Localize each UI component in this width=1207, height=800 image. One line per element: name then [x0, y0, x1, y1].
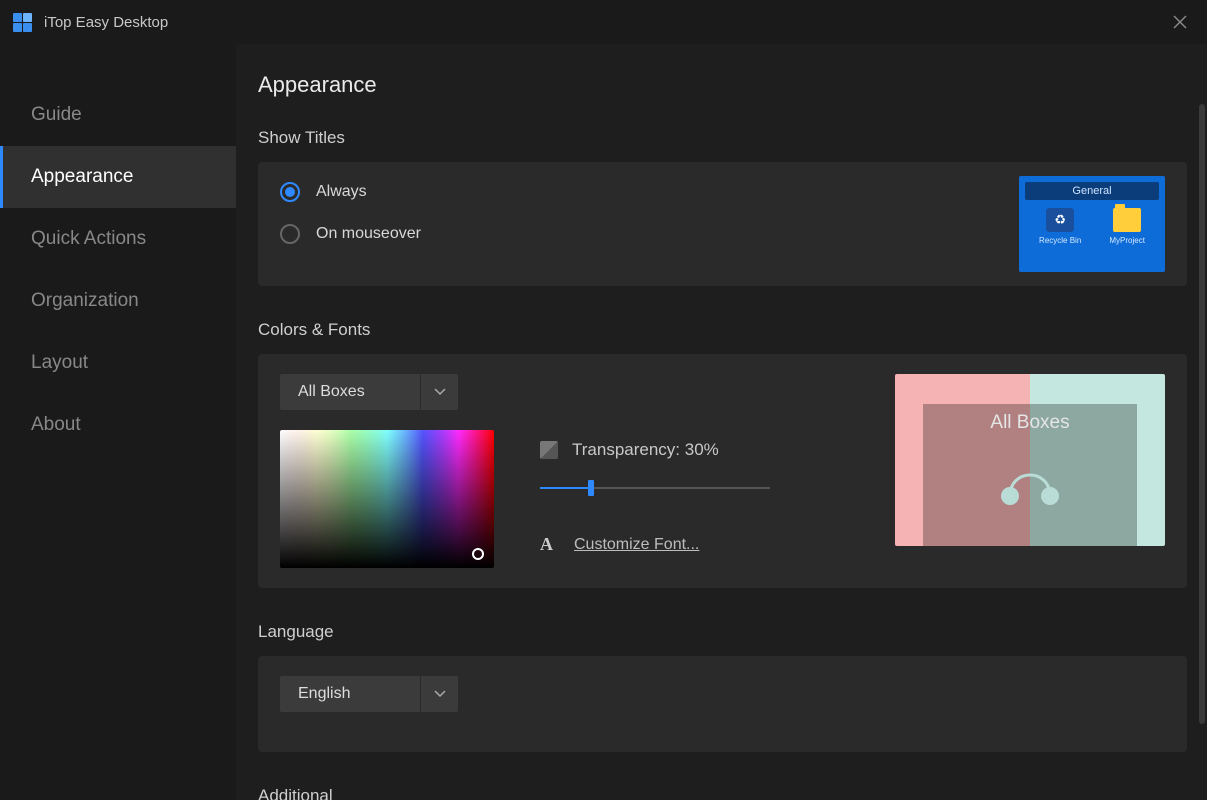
sidebar: Guide Appearance Quick Actions Organizat… [0, 44, 236, 800]
sidebar-item-appearance[interactable]: Appearance [0, 146, 236, 208]
language-panel: English [258, 656, 1187, 752]
close-button[interactable] [1165, 7, 1195, 37]
sidebar-item-layout[interactable]: Layout [0, 332, 236, 394]
box-selector-value: All Boxes [280, 374, 420, 410]
sidebar-item-organization[interactable]: Organization [0, 270, 236, 332]
transparency-slider[interactable] [540, 478, 770, 498]
colors-fonts-preview: All Boxes [895, 374, 1165, 546]
transparency-label: Transparency: [572, 440, 680, 460]
customize-font-link[interactable]: Customize Font... [574, 536, 699, 554]
slider-thumb[interactable] [588, 480, 594, 496]
radio-label: Always [316, 183, 367, 201]
preview-overlay-title: All Boxes [895, 412, 1165, 434]
color-picker-handle[interactable] [472, 548, 484, 560]
folder-icon [1113, 208, 1141, 232]
radio-icon [280, 182, 300, 202]
preview-box-title: General [1025, 182, 1159, 200]
transparency-value: 30% [685, 440, 719, 460]
app-logo-icon [12, 12, 32, 32]
title-bar: iTop Easy Desktop [0, 0, 1207, 44]
show-titles-panel: Always On mouseover General Recycle Bin [258, 162, 1187, 286]
radio-label: On mouseover [316, 225, 421, 243]
app-title: iTop Easy Desktop [44, 14, 168, 31]
section-title-language: Language [258, 622, 1187, 642]
colors-fonts-panel: All Boxes Transparency: 30% [258, 354, 1187, 588]
main-content: Appearance Show Titles Always On mouseov… [236, 44, 1207, 800]
sidebar-item-quick-actions[interactable]: Quick Actions [0, 208, 236, 270]
chevron-down-icon [420, 676, 458, 712]
font-icon: A [540, 534, 560, 555]
transparency-icon [540, 441, 558, 459]
box-selector[interactable]: All Boxes [280, 374, 458, 410]
sidebar-item-about[interactable]: About [0, 394, 236, 456]
preview-icon-folder: MyProject [1109, 208, 1145, 245]
show-titles-preview: General Recycle Bin MyProject [1019, 176, 1165, 272]
scrollbar[interactable] [1199, 104, 1205, 724]
section-title-additional: Additional [258, 786, 1187, 800]
preview-icon-recycle-bin: Recycle Bin [1039, 208, 1081, 245]
close-icon [1173, 15, 1187, 29]
language-selector-value: English [280, 676, 420, 712]
language-selector[interactable]: English [280, 676, 458, 712]
section-title-show-titles: Show Titles [258, 128, 1187, 148]
chevron-down-icon [420, 374, 458, 410]
color-picker[interactable] [280, 430, 494, 568]
sidebar-item-guide[interactable]: Guide [0, 84, 236, 146]
page-title: Appearance [258, 72, 1187, 98]
section-title-colors-fonts: Colors & Fonts [258, 320, 1187, 340]
recycle-bin-icon [1046, 208, 1074, 232]
headphones-icon [995, 456, 1065, 506]
radio-icon [280, 224, 300, 244]
